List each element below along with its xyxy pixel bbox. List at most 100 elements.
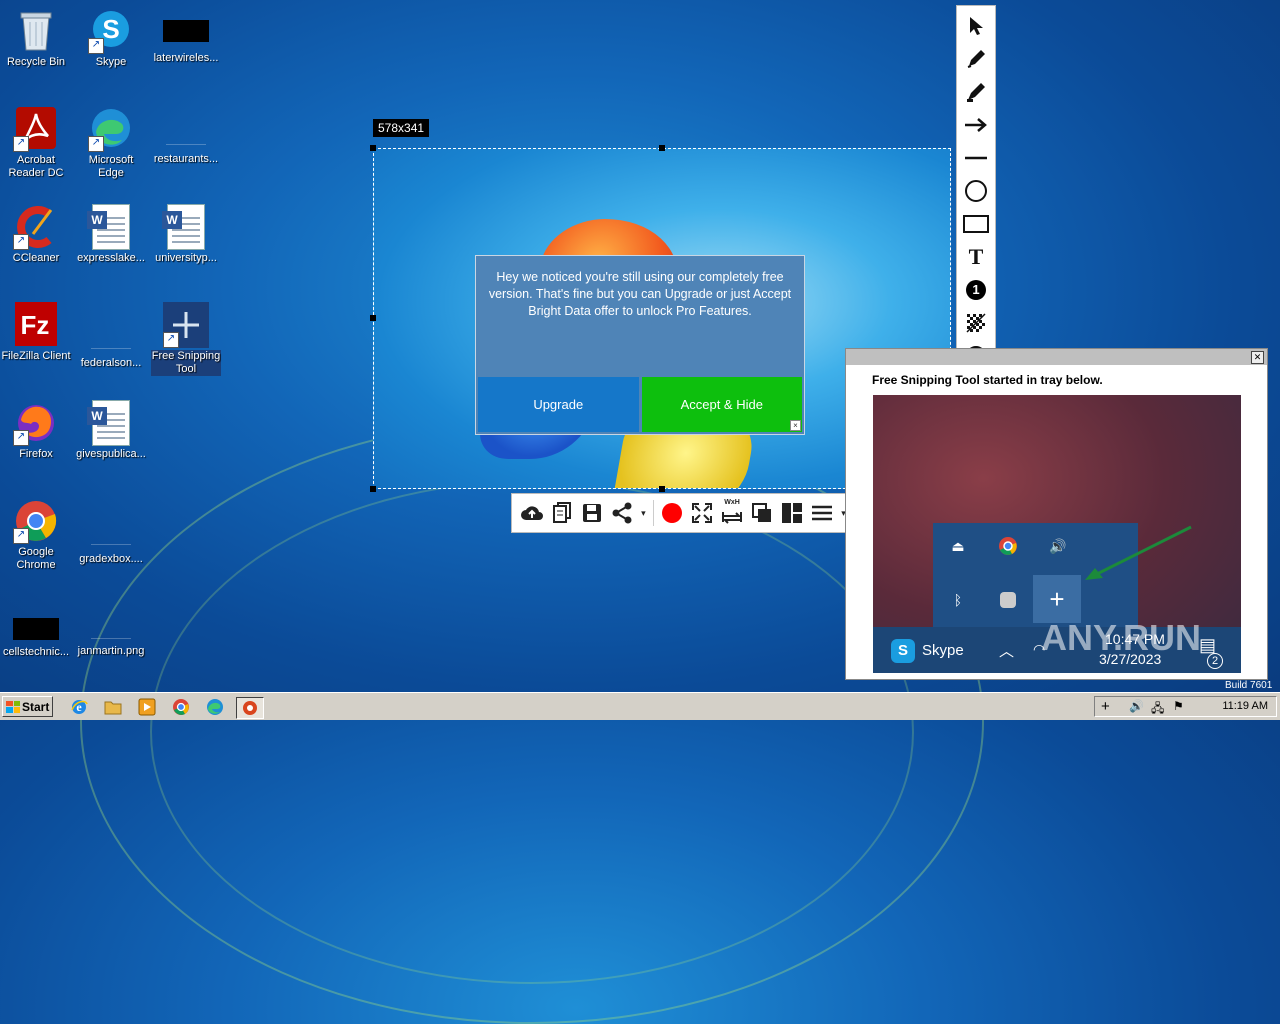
desktop-icon-ccleaner[interactable]: ↗ CCleaner [1, 204, 71, 265]
desktop-icon-label: Firefox [19, 448, 53, 460]
acrobat-icon: ↗ [13, 106, 59, 152]
recycle-bin-icon [13, 8, 59, 54]
windows-icon[interactable] [748, 499, 776, 527]
select-arrow-icon[interactable] [960, 9, 992, 42]
media-player-icon[interactable] [136, 697, 158, 717]
shortcut-arrow-icon: ↗ [88, 38, 104, 54]
capture-size-label: 578x341 [373, 119, 430, 137]
desktop-icon-label: universityp... [155, 252, 217, 264]
desktop-icon-label: Free Snipping Tool [151, 350, 221, 376]
notification-text: Free Snipping Tool started in tray below… [872, 373, 1103, 387]
desktop-icon-acrobat[interactable]: ↗ Acrobat Reader DC [1, 106, 71, 180]
share-dropdown-icon[interactable]: ▾ [637, 499, 649, 527]
anyrun-watermark: ANY.RUN [1041, 617, 1202, 658]
resize-handle-w[interactable] [370, 315, 376, 321]
desktop-icon-label: restaurants... [153, 153, 219, 165]
desktop-icon-free-snipping-tool[interactable]: ↗ Free Snipping Tool [151, 302, 221, 376]
internet-explorer-icon[interactable]: e [68, 697, 90, 717]
resize-handle-n[interactable] [659, 145, 665, 151]
cloud-upload-icon[interactable] [518, 499, 546, 527]
desktop-icon-label: cellstechnic... [2, 646, 70, 658]
desktop-icon-word-doc[interactable]: W expresslake... [76, 204, 146, 265]
desktop-icon-file[interactable]: gradexbox.... [76, 498, 146, 566]
resize-handle-nw[interactable] [370, 145, 376, 151]
ellipse-tool-icon[interactable] [960, 174, 992, 207]
desktop-icon-label: Microsoft Edge [88, 154, 134, 179]
word-document-icon: W [87, 204, 134, 250]
fullscreen-icon[interactable] [688, 499, 716, 527]
firefox-icon: ↗ [13, 400, 59, 446]
desktop-icon-label: laterwireles... [153, 52, 219, 64]
free-snipping-taskbar-icon[interactable] [236, 697, 264, 719]
skype-icon: S ↗ [88, 8, 134, 54]
desktop-icon-filezilla[interactable]: Fz FileZilla Client [1, 302, 71, 363]
number-badge: 1 [966, 279, 986, 300]
chrome-taskbar-icon[interactable] [170, 697, 192, 717]
resize-handle-s[interactable] [659, 486, 665, 492]
volume-tray-icon[interactable]: 🔊 [1129, 699, 1144, 713]
number-tool-icon[interactable]: 1 [960, 273, 992, 306]
line-tool-icon[interactable] [960, 141, 992, 174]
notification-titlebar: ✕ [846, 349, 1267, 365]
toolbar-divider [653, 500, 655, 526]
svg-text:S: S [102, 14, 119, 44]
desktop-icon-file[interactable]: cellstechnic... [1, 608, 71, 659]
tray-preview-image: ⏏ 🔊 ᛒ + S Skype ︿ ◠ 10:47 PM 3/27/2023 ▤… [873, 395, 1241, 673]
action-center-flag-icon[interactable]: ⚑ [1173, 699, 1184, 713]
free-snipping-tool-icon: ↗ [163, 302, 209, 348]
desktop-icon-firefox[interactable]: ↗ Firefox [1, 400, 71, 461]
desktop-icon-file[interactable]: restaurants... [151, 106, 221, 166]
chevron-up-icon: ︿ [999, 643, 1015, 660]
app-tray-icon [993, 585, 1023, 615]
desktop-icon-label: gradexbox.... [79, 553, 143, 565]
notification-close-icon[interactable]: ✕ [1251, 351, 1264, 364]
arrow-tool-icon[interactable] [960, 108, 992, 141]
upgrade-button[interactable]: Upgrade [478, 377, 639, 432]
word-document-icon: W [87, 400, 134, 446]
file-icon [91, 614, 131, 639]
rectangle-tool-icon[interactable] [960, 207, 992, 240]
filezilla-icon: Fz [13, 302, 59, 348]
desktop-icon-label: janmartin.png [77, 645, 145, 657]
chrome-icon: ↗ [13, 498, 59, 544]
desktop-icon-label: federalson... [80, 357, 142, 369]
desktop-icon-edge[interactable]: ↗ Microsoft Edge [76, 106, 146, 180]
desktop-icon-skype[interactable]: S ↗ Skype [76, 8, 146, 69]
windows-build-label: Build 7601 [1225, 680, 1273, 691]
shortcut-arrow-icon: ↗ [13, 136, 29, 152]
desktop-icon-label: FileZilla Client [1, 350, 71, 362]
popup-close-icon[interactable]: × [790, 420, 801, 431]
accept-hide-button[interactable]: Accept & Hide [641, 377, 802, 432]
shortcut-arrow-icon: ↗ [163, 332, 179, 348]
menu-icon[interactable] [808, 499, 836, 527]
save-icon[interactable] [578, 499, 606, 527]
start-button[interactable]: Start [2, 696, 53, 717]
chrome-tray-icon [993, 531, 1023, 561]
explorer-icon[interactable] [102, 697, 124, 717]
marker-icon[interactable] [960, 75, 992, 108]
edge-taskbar-icon[interactable] [204, 697, 226, 717]
desktop-icon-file[interactable]: laterwireles... [151, 8, 221, 65]
blur-tool-icon[interactable] [960, 306, 992, 339]
shortcut-arrow-icon: ↗ [88, 136, 104, 152]
taskbar-clock[interactable]: 11:19 AM [1222, 700, 1268, 712]
taskbar: Start e + 🔊 🖧 ⚑ 11:19 AM [0, 692, 1280, 720]
pen-icon[interactable] [960, 42, 992, 75]
desktop-icon-word-doc[interactable]: W universityp... [151, 204, 221, 265]
resize-handle-sw[interactable] [370, 486, 376, 492]
resize-icon[interactable]: WxH [718, 499, 746, 527]
redacted-file-icon [13, 618, 59, 640]
desktop-icon-recycle-bin[interactable]: Recycle Bin [1, 8, 71, 69]
snipping-tray-icon[interactable]: + [1101, 698, 1110, 715]
network-tray-icon[interactable]: 🖧 [1151, 699, 1164, 720]
share-icon[interactable] [608, 499, 636, 527]
layout-icon[interactable] [778, 499, 806, 527]
shortcut-arrow-icon: ↗ [13, 430, 29, 446]
desktop-icon-word-doc[interactable]: W givespublica... [76, 400, 146, 461]
desktop-icon-file[interactable]: janmartin.png [76, 608, 146, 658]
desktop-icon-chrome[interactable]: ↗ Google Chrome [1, 498, 71, 572]
copy-icon[interactable] [548, 499, 576, 527]
desktop-icon-file[interactable]: federalson... [76, 302, 146, 370]
text-tool-icon[interactable]: T [960, 240, 992, 273]
record-icon[interactable] [658, 499, 686, 527]
